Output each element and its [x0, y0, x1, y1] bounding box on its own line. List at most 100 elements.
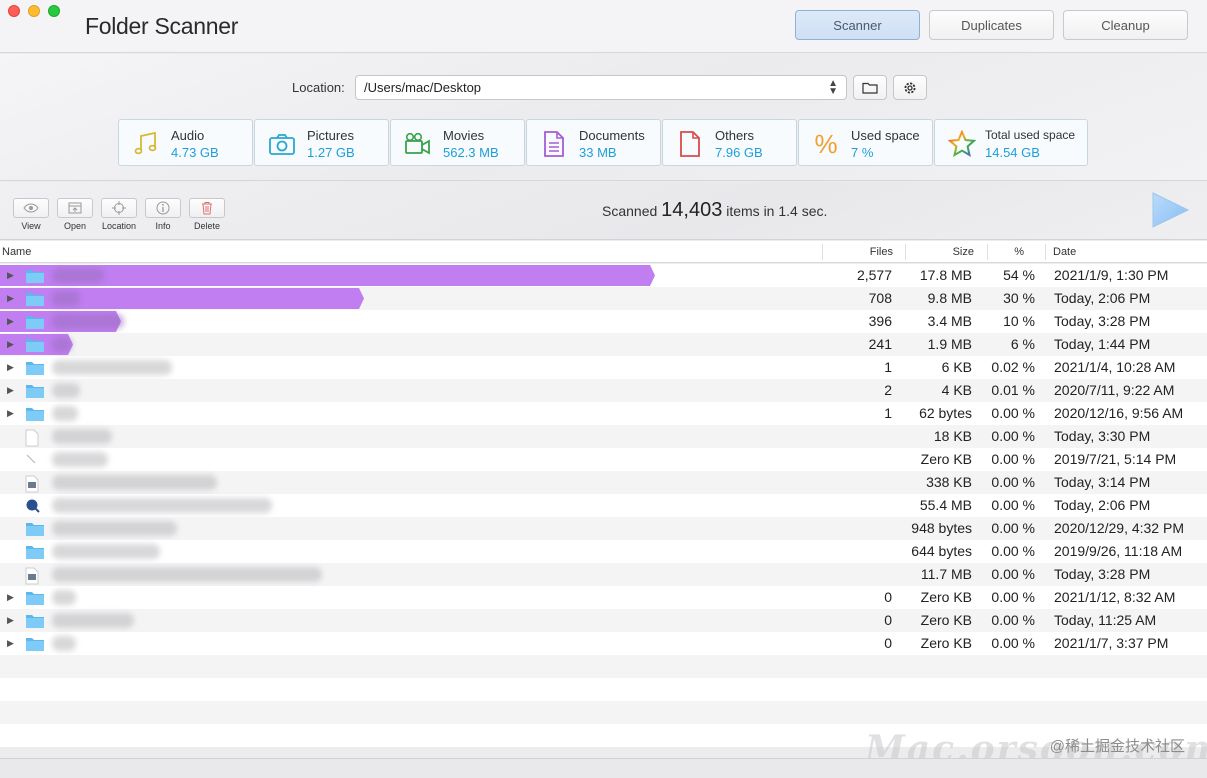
table-row[interactable]: 11.7 MB 0.00 % Today, 3:28 PM — [0, 563, 1207, 586]
close-window-button[interactable] — [8, 5, 20, 17]
music-note-icon — [131, 129, 161, 159]
info-button[interactable]: Info — [145, 198, 181, 231]
item-name-redacted — [52, 636, 76, 651]
open-button[interactable]: Open — [57, 198, 93, 231]
start-scan-button[interactable] — [1151, 192, 1190, 233]
disclosure-triangle-icon[interactable]: ▶ — [7, 592, 14, 603]
mode-tabs: Scanner Duplicates Cleanup — [795, 10, 1188, 40]
crosshair-icon — [112, 201, 126, 215]
tab-cleanup[interactable]: Cleanup — [1063, 10, 1188, 40]
item-files: 1 — [884, 405, 892, 421]
disclosure-triangle-icon[interactable]: ▶ — [7, 615, 14, 626]
item-files: 708 — [868, 290, 892, 306]
disclosure-triangle-icon[interactable]: ▶ — [7, 385, 14, 396]
item-date: 2019/7/21, 5:14 PM — [1054, 451, 1177, 467]
table-row[interactable]: ▶ 2 4 KB 0.01 % 2020/7/11, 9:22 AM — [0, 379, 1207, 402]
delete-button[interactable]: Delete — [189, 198, 225, 231]
item-date: Today, 3:30 PM — [1054, 428, 1151, 444]
category-value: 1.27 GB — [307, 145, 355, 160]
column-header-percent[interactable]: % — [1014, 246, 1024, 258]
disclosure-triangle-icon[interactable]: ▶ — [7, 362, 14, 373]
table-row[interactable]: ▶ 396 3.4 MB 10 % Today, 3:28 PM — [0, 310, 1207, 333]
item-percent: 30 % — [1003, 290, 1035, 306]
item-icon — [25, 544, 45, 563]
table-row[interactable]: 18 KB 0.00 % Today, 3:30 PM — [0, 425, 1207, 448]
item-date: 2020/12/16, 9:56 AM — [1054, 405, 1184, 421]
table-row[interactable]: ▶ 1 62 bytes 0.00 % 2020/12/16, 9:56 AM — [0, 402, 1207, 425]
item-files: 0 — [884, 635, 892, 651]
item-name-redacted — [52, 590, 76, 605]
choose-folder-button[interactable] — [853, 75, 887, 100]
table-row[interactable]: ▶ 1 6 KB 0.02 % 2021/1/4, 10:28 AM — [0, 356, 1207, 379]
category-name: Total used space — [985, 128, 1076, 142]
zoom-window-button[interactable] — [48, 5, 60, 17]
table-row[interactable]: ▶ 708 9.8 MB 30 % Today, 2:06 PM — [0, 287, 1207, 310]
item-size: 11.7 MB — [920, 566, 972, 582]
column-header-date[interactable]: Date — [1053, 246, 1076, 258]
category-summary: Audio 4.73 GB Pictures 1.27 GB Movies 56… — [118, 119, 1088, 166]
minimize-window-button[interactable] — [28, 5, 40, 17]
disclosure-triangle-icon[interactable]: ▶ — [7, 339, 14, 350]
table-row[interactable]: 338 KB 0.00 % Today, 3:14 PM — [0, 471, 1207, 494]
category-value: 4.73 GB — [171, 145, 219, 160]
table-row[interactable]: ▶ 2,577 17.8 MB 54 % 2021/1/9, 1:30 PM — [0, 264, 1207, 287]
item-size: 3.4 MB — [927, 313, 972, 329]
item-name-redacted — [52, 383, 80, 398]
category-used-space[interactable]: % Used space 7 % — [798, 119, 933, 166]
settings-button[interactable] — [893, 75, 927, 100]
category-name: Others — [715, 128, 755, 143]
category-audio[interactable]: Audio 4.73 GB — [118, 119, 253, 166]
tab-duplicates[interactable]: Duplicates — [929, 10, 1054, 40]
category-value: 7.96 GB — [715, 145, 763, 160]
item-name-redacted — [52, 314, 124, 329]
disclosure-triangle-icon[interactable]: ▶ — [7, 293, 14, 304]
window-controls — [8, 5, 60, 17]
folder-icon — [26, 546, 44, 559]
disclosure-triangle-icon[interactable]: ▶ — [7, 270, 14, 281]
item-files: 241 — [868, 336, 892, 352]
item-size: 55.4 MB — [919, 497, 972, 513]
star-icon — [947, 129, 977, 159]
category-total-used-space[interactable]: Total used space 14.54 GB — [934, 119, 1088, 166]
category-value: 14.54 GB — [985, 145, 1040, 160]
category-movies[interactable]: Movies 562.3 MB — [390, 119, 525, 166]
item-date: 2021/1/9, 1:30 PM — [1054, 267, 1169, 283]
category-documents[interactable]: Documents 33 MB — [526, 119, 661, 166]
location-select[interactable]: /Users/mac/Desktop ▲ ▼ — [355, 75, 847, 100]
scan-count: 14,403 — [661, 199, 723, 221]
column-header-size[interactable]: Size — [953, 246, 974, 258]
category-others[interactable]: Others 7.96 GB — [662, 119, 797, 166]
location-button[interactable]: Location — [101, 198, 137, 231]
view-button[interactable]: View — [13, 198, 49, 231]
table-row[interactable]: 948 bytes 0.00 % 2020/12/29, 4:32 PM — [0, 517, 1207, 540]
disclosure-triangle-icon[interactable]: ▶ — [7, 408, 14, 419]
disclosure-triangle-icon[interactable]: ▶ — [7, 316, 14, 327]
table-row[interactable]: ▶ 0 Zero KB 0.00 % Today, 11:25 AM — [0, 609, 1207, 632]
item-size: 18 KB — [933, 428, 972, 444]
item-name-redacted — [52, 406, 78, 421]
column-header-files[interactable]: Files — [870, 246, 893, 258]
status-bar — [0, 758, 1207, 778]
disclosure-triangle-icon[interactable]: ▶ — [7, 638, 14, 649]
column-header-name[interactable]: Name — [2, 246, 31, 258]
item-icon — [25, 521, 45, 540]
folder-icon — [862, 82, 878, 94]
table-row[interactable]: ▶ 0 Zero KB 0.00 % 2021/1/12, 8:32 AM — [0, 586, 1207, 609]
tab-scanner[interactable]: Scanner — [795, 10, 920, 40]
item-percent: 10 % — [1003, 313, 1035, 329]
item-date: 2021/1/7, 3:37 PM — [1054, 635, 1169, 651]
item-percent: 0.00 % — [991, 566, 1035, 582]
item-icon — [25, 360, 45, 379]
item-percent: 0.00 % — [991, 635, 1035, 651]
table-row[interactable]: ▶ 0 Zero KB 0.00 % 2021/1/7, 3:37 PM — [0, 632, 1207, 655]
table-row[interactable]: ▶ 241 1.9 MB 6 % Today, 1:44 PM — [0, 333, 1207, 356]
table-row[interactable]: Zero KB 0.00 % 2019/7/21, 5:14 PM — [0, 448, 1207, 471]
table-row[interactable]: 644 bytes 0.00 % 2019/9/26, 11:18 AM — [0, 540, 1207, 563]
table-row[interactable]: 55.4 MB 0.00 % Today, 2:06 PM — [0, 494, 1207, 517]
item-date: 2021/1/4, 10:28 AM — [1054, 359, 1176, 375]
category-pictures[interactable]: Pictures 1.27 GB — [254, 119, 389, 166]
folder-icon — [26, 523, 44, 536]
watermark: @稀土掘金技术社区 — [1049, 738, 1185, 755]
item-size: Zero KB — [920, 635, 972, 651]
scan-suffix: items in 1.4 sec. — [726, 203, 828, 219]
